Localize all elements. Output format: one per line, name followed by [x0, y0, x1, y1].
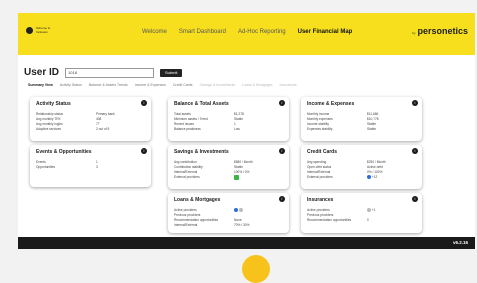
row-value: Low — [234, 127, 240, 131]
card-title: Activity Status — [36, 101, 71, 107]
app-frame: Scheme & Inclusion Welcome Smart Dashboa… — [18, 13, 475, 249]
company-logo[interactable]: Scheme & Inclusion — [26, 26, 50, 34]
row-value — [234, 175, 283, 180]
tab-balance-assets[interactable]: Balance & Assets Trends — [89, 83, 128, 87]
row-key: Adoptive services — [36, 127, 61, 131]
card-row: Opportunities 3 — [36, 165, 145, 170]
row-value: +12 — [367, 175, 416, 180]
tab-savings-investments[interactable]: Savings & Investments — [200, 83, 236, 87]
info-icon[interactable]: i — [412, 100, 418, 106]
row-value: 70% / 30% — [234, 223, 250, 227]
card-row: Recommendation opportunities 0 — [307, 218, 416, 223]
info-icon[interactable]: i — [279, 100, 285, 106]
provider-logo-icon — [238, 208, 243, 213]
info-icon[interactable]: i — [279, 196, 285, 202]
logo-text: Scheme & Inclusion — [36, 26, 50, 34]
row-key: Internal/External — [174, 223, 198, 227]
provider-logo-icon — [234, 175, 239, 180]
brand-prefix: by — [412, 31, 416, 35]
card-savings-investments[interactable]: i Savings & Investments Avg contribution… — [168, 145, 289, 189]
row-key: Expenses stability — [307, 127, 333, 131]
submit-button[interactable]: Submit — [160, 68, 183, 77]
card-row: External providers +12 — [307, 175, 416, 180]
provider-count: +1 — [371, 208, 376, 212]
nav-user-financial-map[interactable]: User Financial Map — [298, 29, 353, 35]
card-title: Balance & Total Assets — [174, 101, 229, 107]
row-key: Recommendation opportunities — [307, 218, 352, 222]
tab-loans-mortgages[interactable]: Loans & Mortgages — [242, 83, 272, 87]
card-income-expenses[interactable]: i Income & Expenses Monthly income $11,66… — [301, 97, 422, 141]
footer-bar: v6.2.16 — [18, 237, 475, 249]
tab-insurances[interactable]: Insurances — [280, 83, 297, 87]
provider-logo-icon — [234, 208, 238, 213]
row-key: Balance peakiness — [174, 127, 201, 131]
user-id-label: User ID — [24, 67, 60, 78]
brand-name: personetics — [417, 26, 468, 36]
card-activity-status[interactable]: i Activity Status Relationship status Pri… — [30, 97, 151, 141]
decorative-circle — [242, 255, 270, 283]
top-bar: Scheme & Inclusion Welcome Smart Dashboa… — [18, 13, 475, 55]
row-value: 3 — [96, 165, 98, 169]
card-row: Adoptive services 2 out of 5 — [36, 127, 145, 132]
row-value: 2 out of 5 — [96, 127, 110, 131]
tab-credit-cards[interactable]: Credit Cards — [173, 83, 193, 87]
tab-activity-status[interactable]: Activity Status — [60, 83, 82, 87]
card-credit-cards[interactable]: i Credit Cards Avg spending $250 / Month … — [301, 145, 422, 189]
card-row: Expenses stability Stable — [307, 127, 416, 132]
card-title: Insurances — [307, 197, 334, 203]
card-title: Savings & Investments — [174, 149, 229, 155]
info-icon[interactable]: i — [279, 148, 285, 154]
info-icon[interactable]: i — [141, 148, 147, 154]
info-icon[interactable]: i — [141, 100, 147, 106]
tab-income-expenses[interactable]: Income & Expenses — [135, 83, 166, 87]
user-id-input[interactable]: 1018 — [65, 67, 155, 78]
row-value: Stable — [367, 127, 377, 131]
card-row: External providers — [174, 175, 283, 180]
brand-logo: by personetics — [412, 26, 468, 36]
version-label: v6.2.16 — [452, 240, 468, 245]
card-balance-assets[interactable]: i Balance & Total Assets Total assets $1,… — [168, 97, 289, 141]
row-key: External providers — [307, 175, 333, 179]
main-nav: Welcome Smart Dashboard Ad-Hoc Reporting… — [142, 29, 352, 35]
card-title: Income & Expenses — [307, 101, 355, 107]
nav-smart-dashboard[interactable]: Smart Dashboard — [179, 29, 226, 35]
provider-logo-icon — [367, 175, 371, 180]
info-icon[interactable]: i — [412, 196, 418, 202]
provider-logo-icon — [367, 208, 371, 213]
nav-ad-hoc-reporting[interactable]: Ad-Hoc Reporting — [238, 29, 286, 35]
tab-summary-view[interactable]: Summary View — [28, 83, 53, 87]
view-tabs: Summary View Activity Status Balance & A… — [28, 83, 297, 87]
logo-icon — [26, 27, 33, 34]
user-id-bar: User ID 1018 Submit — [24, 67, 183, 78]
info-icon[interactable]: i — [412, 148, 418, 154]
card-loans-mortgages[interactable]: i Loans & Mortgages Active providers Pre… — [168, 193, 289, 233]
card-title: Loans & Mortgages — [174, 197, 221, 203]
card-title: Events & Opportunities — [36, 149, 92, 155]
card-title: Credit Cards — [307, 149, 338, 155]
provider-count: +12 — [371, 175, 378, 179]
row-value: 0 — [367, 218, 369, 222]
card-row: Internal/External 70% / 30% — [174, 223, 283, 228]
row-key: External providers — [174, 175, 200, 179]
row-key: Opportunities — [36, 165, 55, 169]
card-row: Balance peakiness Low — [174, 127, 283, 132]
card-events-opportunities[interactable]: i Events & Opportunities Events 1 Opportu… — [30, 145, 151, 187]
card-insurances[interactable]: i Insurances Active providers +1 Previou… — [301, 193, 422, 233]
nav-welcome[interactable]: Welcome — [142, 29, 167, 35]
